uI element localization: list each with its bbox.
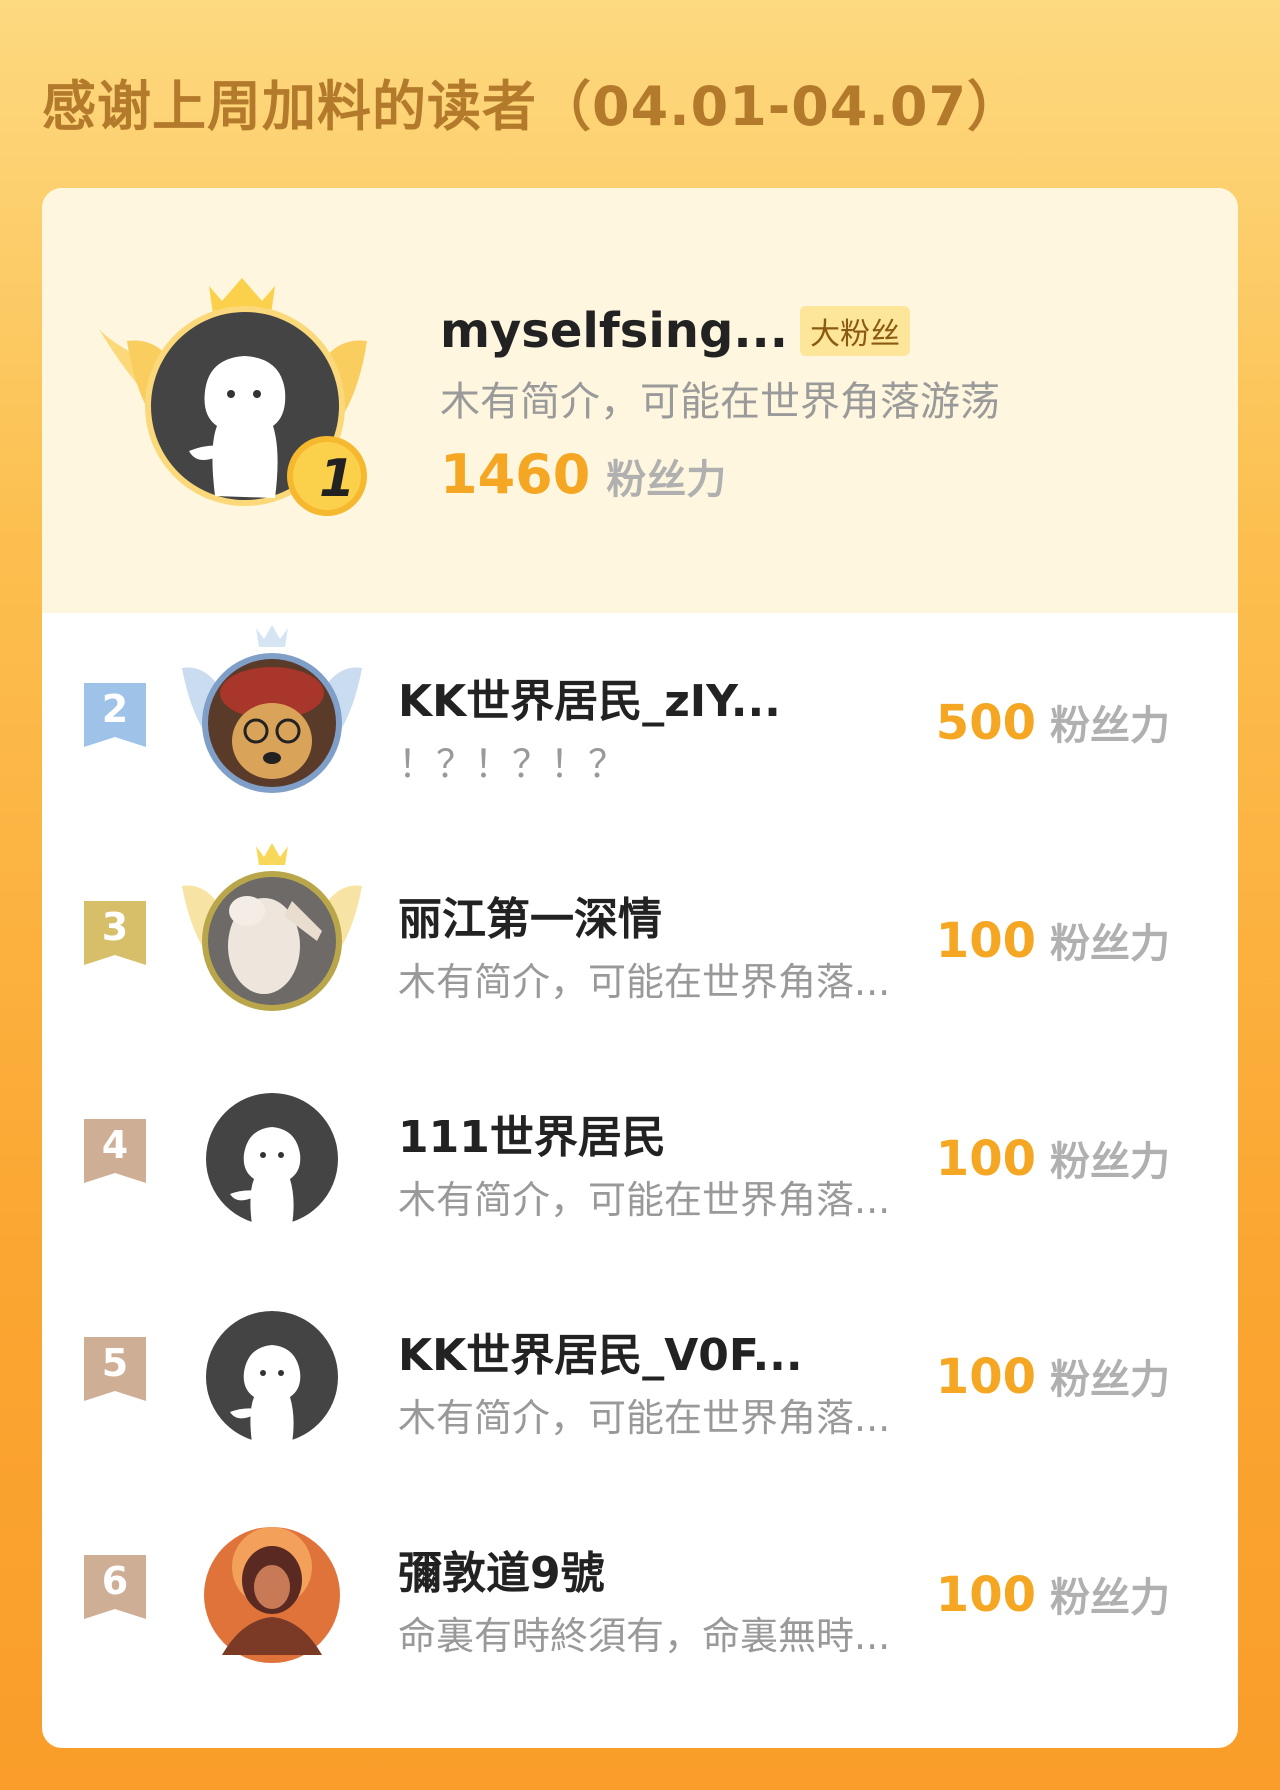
list-item[interactable]: 6 彌敦道9號 命裏有時終須有，命裏無時... 100 粉丝力 — [42, 1495, 1238, 1685]
reader-intro: 命裏有時終須有，命裏無時... — [398, 1614, 891, 1658]
reader-name[interactable]: KK世界居民_zIY... — [398, 665, 958, 729]
rank-1-info: myselfsing... 大粉丝 木有简介，可能在世界角落游荡 1460 粉丝… — [440, 303, 1000, 506]
list-item[interactable]: 4 111世界居民 木有简介，可能在世界角落... 100 粉丝力 — [42, 1059, 1238, 1249]
rank-flag: 3 — [84, 901, 146, 965]
reader-name[interactable]: 彌敦道9號 — [398, 1537, 958, 1601]
dog-photo-avatar — [182, 625, 362, 793]
rank-flag: 5 — [84, 1337, 146, 1401]
reader-name[interactable]: KK世界居民_V0F... — [398, 1319, 958, 1383]
reader-info: KK世界居民_V0F... 木有简介，可能在世界角落... — [398, 1319, 958, 1442]
reader-score: 100 粉丝力 — [935, 1131, 1170, 1187]
rank-1-number: 1 — [319, 449, 355, 509]
list-item[interactable]: 3 丽江第一深情 木有简介，可能在世界角落... 100 粉丝力 — [42, 841, 1238, 1031]
reader-name[interactable]: 111世界居民 — [398, 1101, 958, 1165]
list-item[interactable]: 5 KK世界居民_V0F... 木有简介，可能在世界角落... 100 粉丝力 — [42, 1277, 1238, 1467]
leaderboard-card: 1 myselfsing... 大粉丝 木有简介，可能在世界角落游荡 1460 … — [42, 188, 1238, 1748]
reader-score: 100 粉丝力 — [935, 1567, 1170, 1623]
default-avatar-icon — [206, 1093, 338, 1225]
reader-intro: 木有简介，可能在世界角落... — [398, 1178, 891, 1222]
rank-flag: 6 — [84, 1555, 146, 1619]
default-avatar-icon — [206, 1311, 338, 1443]
reader-name[interactable]: 丽江第一深情 — [398, 883, 958, 947]
cat-photo-avatar — [182, 843, 362, 1011]
reader-score: 500 粉丝力 — [935, 695, 1170, 751]
rank-flag: 2 — [84, 683, 146, 747]
rank-flag: 4 — [84, 1119, 146, 1183]
rank-1-score: 1460 — [440, 443, 591, 506]
rank-1-intro: 木有简介，可能在世界角落游荡 — [440, 379, 1000, 425]
reader-info: 彌敦道9號 命裏有時終須有，命裏無時... — [398, 1537, 958, 1660]
reader-intro: 木有简介，可能在世界角落... — [398, 1396, 891, 1440]
reader-intro: ！？！？！？ — [398, 742, 627, 786]
list-item[interactable]: 2 KK世界居民_zIY... ！？！？！？ 500 粉丝力 — [42, 623, 1238, 813]
reader-info: 111世界居民 木有简介，可能在世界角落... — [398, 1101, 958, 1224]
rank-1-avatar-badge: 1 — [97, 278, 367, 516]
reader-intro: 木有简介，可能在世界角落... — [398, 960, 891, 1004]
reader-score: 100 粉丝力 — [935, 913, 1170, 969]
reader-info: 丽江第一深情 木有简介，可能在世界角落... — [398, 883, 958, 1006]
page-title: 感谢上周加料的读者（04.01-04.07） — [42, 75, 1023, 138]
fan-level-badge: 大粉丝 — [800, 306, 911, 356]
rank-1-name[interactable]: myselfsing... — [440, 303, 788, 359]
reader-info: KK世界居民_zIY... ！？！？！？ — [398, 665, 958, 788]
top-reader-section[interactable]: 1 myselfsing... 大粉丝 木有简介，可能在世界角落游荡 1460 … — [42, 188, 1238, 613]
reader-score: 100 粉丝力 — [935, 1349, 1170, 1405]
rank-1-score-unit: 粉丝力 — [606, 457, 727, 503]
person-photo-avatar — [204, 1527, 340, 1663]
